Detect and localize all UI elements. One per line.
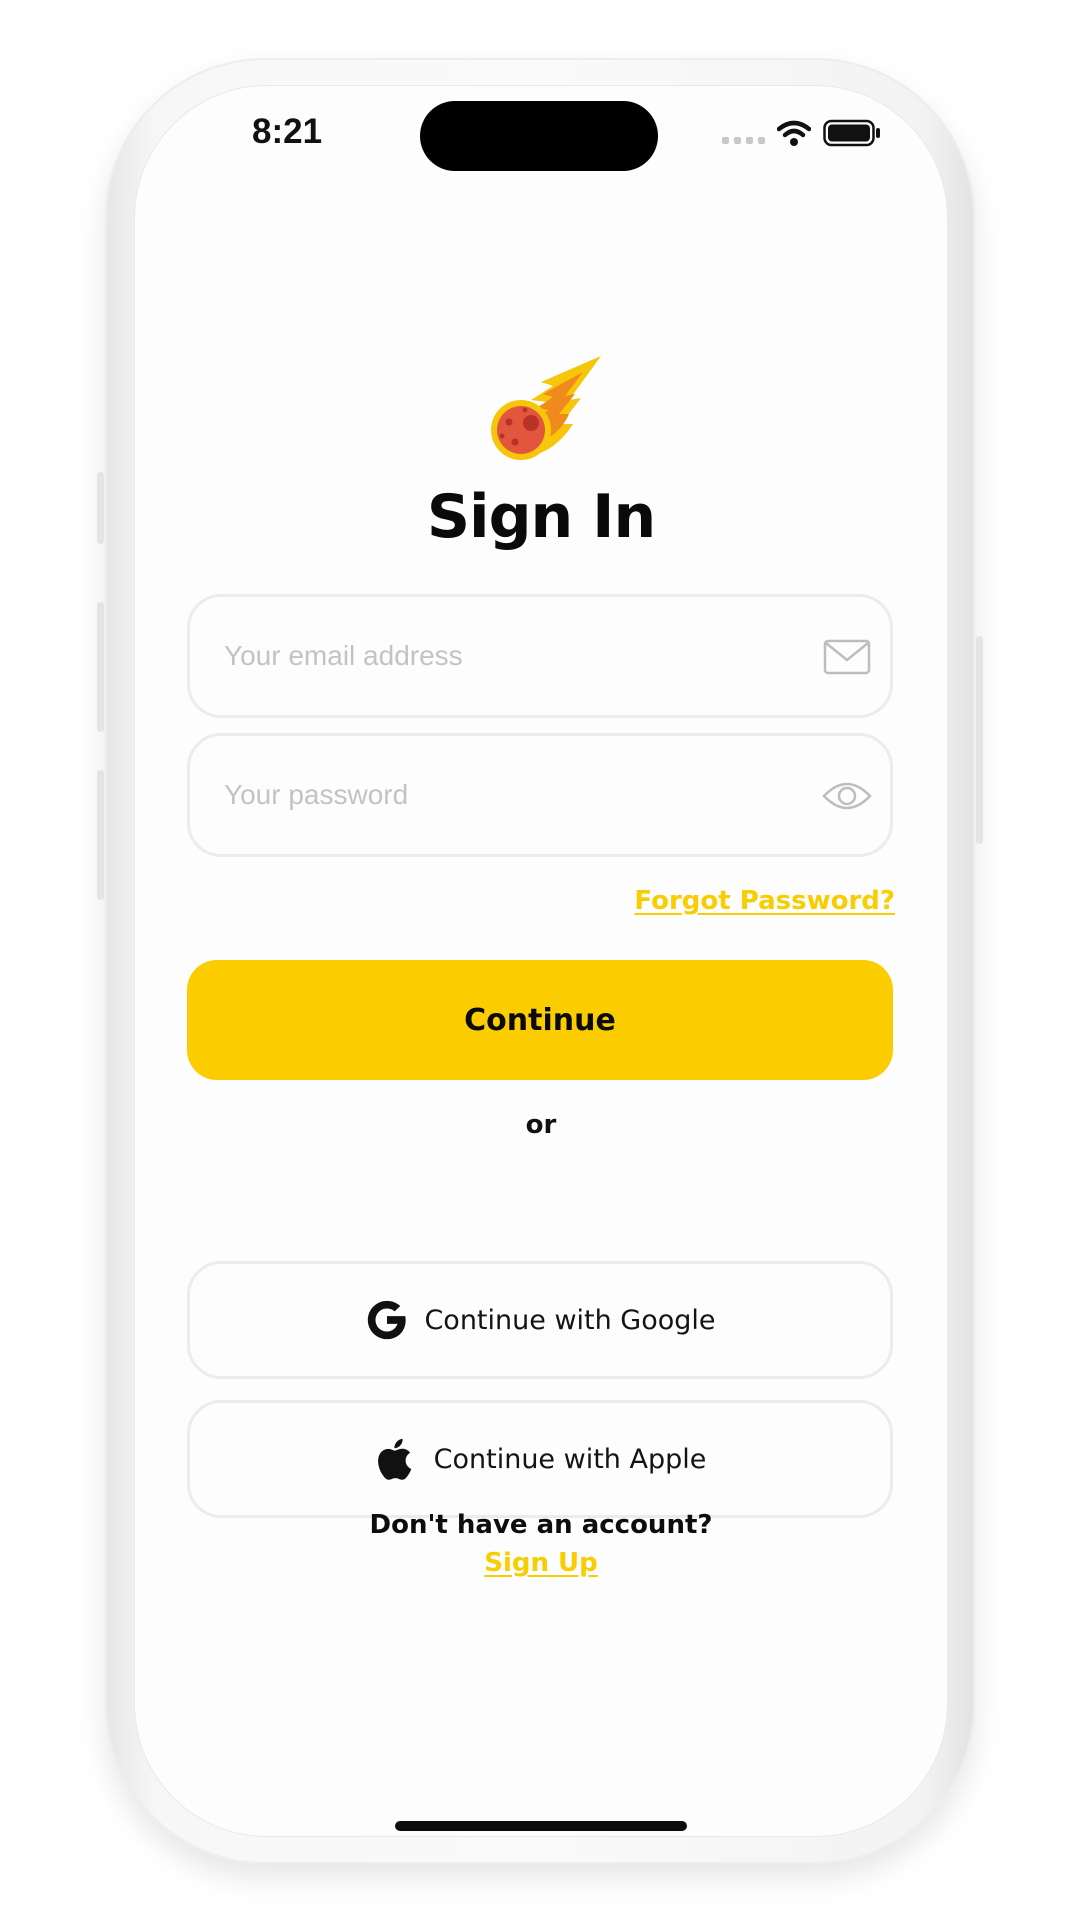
envelope-icon [823, 639, 871, 675]
apple-signin-button[interactable]: Continue with Apple [187, 1400, 893, 1518]
side-button-volume-down [97, 770, 104, 900]
password-field[interactable] [187, 733, 893, 857]
status-time: 8:21 [252, 112, 323, 151]
side-button-action [97, 472, 104, 544]
cellular-signal-icon [722, 118, 765, 148]
google-button-label: Continue with Google [424, 1304, 716, 1336]
signup-link-wrapper: Sign Up [135, 1548, 947, 1578]
google-signin-button[interactable]: Continue with Google [187, 1261, 893, 1379]
forgot-password-link[interactable]: Forgot Password? [634, 886, 895, 916]
side-button-volume-up [97, 602, 104, 732]
side-button-power [976, 636, 983, 844]
no-account-text: Don't have an account? [369, 1510, 713, 1540]
google-icon [368, 1300, 407, 1340]
email-field[interactable] [187, 594, 893, 718]
eye-icon[interactable] [822, 776, 872, 816]
meteor-icon [491, 356, 601, 460]
status-icons [722, 118, 881, 148]
email-input[interactable] [224, 597, 784, 715]
home-indicator[interactable] [395, 1821, 687, 1831]
continue-button[interactable]: Continue [187, 960, 893, 1080]
phone-screen: 8:21 Sign In Your email address Forgot P… [135, 86, 947, 1836]
battery-icon [823, 119, 880, 147]
wifi-icon [777, 120, 811, 146]
password-input[interactable] [224, 736, 784, 854]
page-title: Sign In [426, 482, 656, 552]
signup-link[interactable]: Sign Up [484, 1548, 598, 1578]
apple-icon [377, 1438, 411, 1480]
apple-button-label: Continue with Apple [433, 1443, 707, 1475]
or-divider-label: or [525, 1110, 557, 1140]
dynamic-island [420, 101, 658, 171]
